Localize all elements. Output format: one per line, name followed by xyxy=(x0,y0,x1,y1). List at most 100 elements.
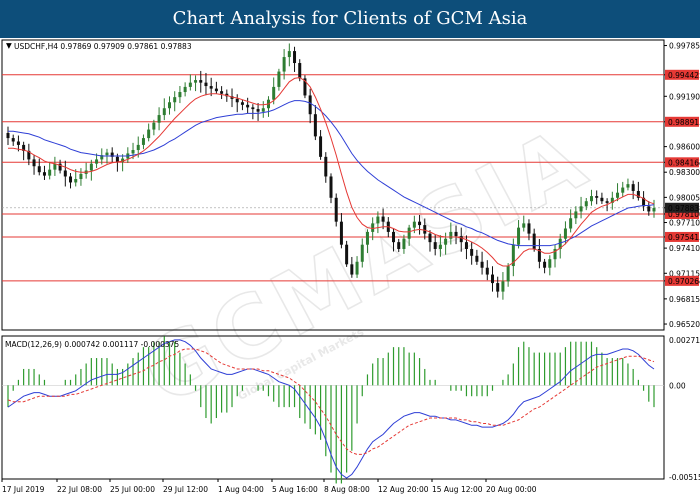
price-y-tick-label: 0.97710 xyxy=(669,219,700,228)
candle-body-down xyxy=(235,98,239,103)
price-y-tick-label: 0.99785 xyxy=(669,42,700,51)
candle-body-down xyxy=(454,231,458,237)
candle xyxy=(313,105,317,141)
candle-body-down xyxy=(246,104,250,108)
candle-body-up xyxy=(48,169,52,176)
candle-body-down xyxy=(470,248,474,256)
candle-body-up xyxy=(136,144,140,151)
candle xyxy=(240,99,244,111)
candle-body-down xyxy=(298,63,302,79)
x-tick-label: 1 Aug 04:00 xyxy=(218,485,264,494)
candle xyxy=(266,96,270,117)
candle xyxy=(194,75,198,92)
candle-body-down xyxy=(350,264,354,275)
candle xyxy=(537,239,541,269)
candle xyxy=(345,240,349,267)
candle xyxy=(621,181,625,197)
candle xyxy=(334,193,338,227)
candle-body-down xyxy=(397,242,401,249)
candle-body-up xyxy=(79,173,83,180)
candle-body-up xyxy=(522,223,526,228)
candle-body-down xyxy=(319,136,323,157)
candle xyxy=(157,107,161,131)
candle-body-up xyxy=(376,216,380,224)
candle-body-up xyxy=(444,238,448,245)
candle-body-up xyxy=(584,201,588,207)
candle-body-down xyxy=(329,176,333,198)
candle-body-down xyxy=(209,86,213,89)
level-price-label: 0.97541 xyxy=(668,233,699,242)
candle-body-down xyxy=(532,233,536,249)
candle-body-up xyxy=(402,238,406,249)
candle-body-up xyxy=(53,163,57,170)
candle-body-up xyxy=(626,184,630,188)
candle-body-up xyxy=(287,51,291,58)
candle-body-down xyxy=(16,141,20,145)
x-tick-label: 22 Jul 08:00 xyxy=(57,485,102,494)
candle xyxy=(506,263,510,287)
candle xyxy=(256,103,260,121)
candle xyxy=(277,68,281,91)
candle-body-down xyxy=(214,88,218,92)
x-tick-label: 17 Jul 2019 xyxy=(2,485,45,494)
candle-body-up xyxy=(616,192,620,198)
candle-body-down xyxy=(433,242,437,249)
candle-body-up xyxy=(157,115,161,123)
level-price-label: 0.98891 xyxy=(668,118,699,127)
candle xyxy=(32,154,36,175)
candle-body-down xyxy=(543,261,547,268)
x-tick-label: 29 Jul 12:00 xyxy=(163,485,208,494)
candle-body-up xyxy=(194,80,198,83)
header-banner: Chart Analysis for Clients of GCM Asia xyxy=(0,0,700,38)
current-price-label: 0.97883 xyxy=(668,204,699,213)
candle-body-up xyxy=(89,163,93,171)
candle-body-down xyxy=(345,244,349,265)
candle-body-down xyxy=(115,156,119,162)
candle-body-up xyxy=(95,159,99,164)
candle xyxy=(324,152,328,183)
candle-body-down xyxy=(293,51,297,64)
candle-body-up xyxy=(188,82,192,87)
candle xyxy=(491,266,494,292)
candle xyxy=(485,260,489,281)
candle-body-down xyxy=(464,242,468,249)
candle-body-down xyxy=(381,216,385,222)
candle xyxy=(246,97,250,114)
candle-body-down xyxy=(199,80,203,83)
candle-body-down xyxy=(69,176,73,183)
candle xyxy=(63,160,67,187)
candle-body-down xyxy=(37,166,41,173)
candle-body-down xyxy=(240,102,244,105)
candle xyxy=(496,276,500,298)
candle-body-up xyxy=(438,244,442,249)
candle-body-up xyxy=(152,122,156,130)
x-tick-label: 15 Aug 12:00 xyxy=(432,485,483,494)
candle xyxy=(147,123,151,142)
x-tick-label: 25 Jul 00:00 xyxy=(110,485,155,494)
candle-body-down xyxy=(251,107,255,110)
candle xyxy=(188,74,192,91)
candle-body-down xyxy=(480,261,484,268)
candle xyxy=(168,96,171,115)
candle xyxy=(53,156,57,176)
candle-body-up xyxy=(621,187,625,193)
candle-body-down xyxy=(423,225,427,234)
candle xyxy=(204,72,208,96)
candle-body-up xyxy=(652,208,656,212)
level-price-label: 0.99442 xyxy=(668,71,699,80)
candle-body-up xyxy=(173,97,177,103)
candle-body-up xyxy=(563,228,567,239)
candle-body-up xyxy=(360,244,364,262)
candle xyxy=(303,75,307,99)
candle-body-down xyxy=(496,283,500,292)
candle-body-up xyxy=(141,138,145,145)
candle xyxy=(178,86,182,104)
candle-body-down xyxy=(6,132,10,139)
candle-body-up xyxy=(261,108,265,112)
candle-body-down xyxy=(491,274,494,284)
candle xyxy=(251,104,255,120)
candle-body-down xyxy=(631,184,635,191)
watermark: GCMASIAGlobal Capital Markets xyxy=(127,107,607,426)
macd-y-tick-label: 0.002713 xyxy=(669,336,700,345)
candle xyxy=(220,86,224,100)
